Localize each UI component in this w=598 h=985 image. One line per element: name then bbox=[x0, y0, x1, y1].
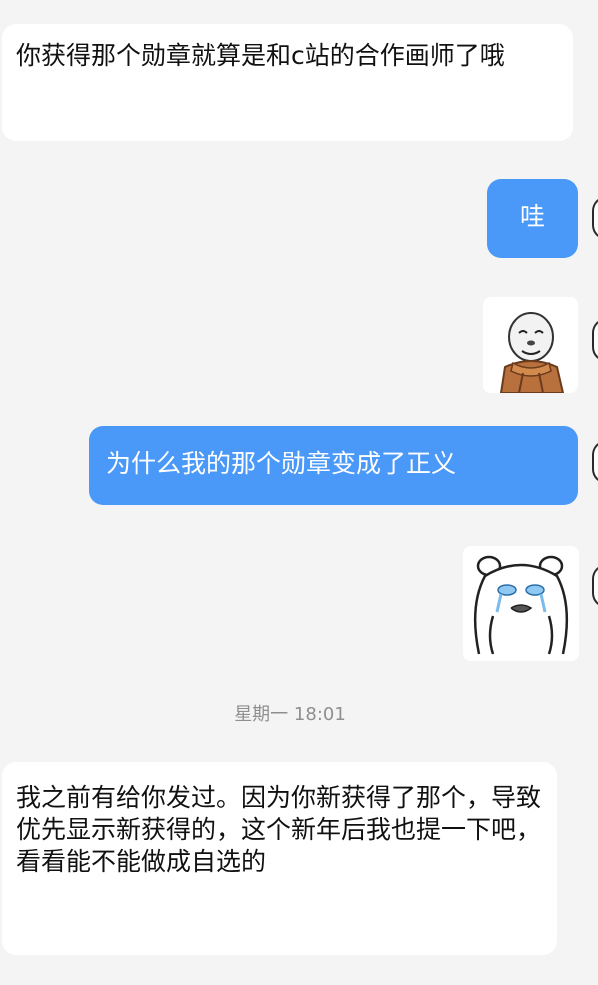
message-received-bubble[interactable]: 我之前有给你发过。因为你新获得了那个，导致优先显示新获得的，这个新年后我也提一下… bbox=[2, 762, 557, 955]
crying-bear-sticker bbox=[463, 546, 579, 661]
message-sent-bubble[interactable]: 为什么我的那个勋章变成了正义 bbox=[89, 426, 578, 505]
own-avatar[interactable] bbox=[592, 318, 598, 362]
doge-meme-face-scarf-sticker bbox=[483, 297, 578, 393]
own-avatar[interactable] bbox=[592, 564, 598, 608]
message-text: 你获得那个勋章就算是和c站的合作画师了哦 bbox=[16, 41, 505, 70]
sticker-message[interactable] bbox=[483, 297, 578, 393]
message-text: 哇 bbox=[519, 202, 545, 231]
timestamp-divider: 星期一 18:01 bbox=[234, 704, 346, 725]
message-sent-bubble[interactable]: 哇 bbox=[487, 179, 578, 258]
message-text: 为什么我的那个勋章变成了正义 bbox=[106, 449, 457, 478]
sticker-message[interactable] bbox=[463, 546, 579, 661]
message-received-bubble[interactable]: 你获得那个勋章就算是和c站的合作画师了哦 bbox=[2, 24, 573, 141]
own-avatar[interactable] bbox=[592, 196, 598, 240]
own-avatar[interactable] bbox=[592, 440, 598, 484]
message-text: 我之前有给你发过。因为你新获得了那个，导致优先显示新获得的，这个新年后我也提一下… bbox=[16, 783, 542, 876]
